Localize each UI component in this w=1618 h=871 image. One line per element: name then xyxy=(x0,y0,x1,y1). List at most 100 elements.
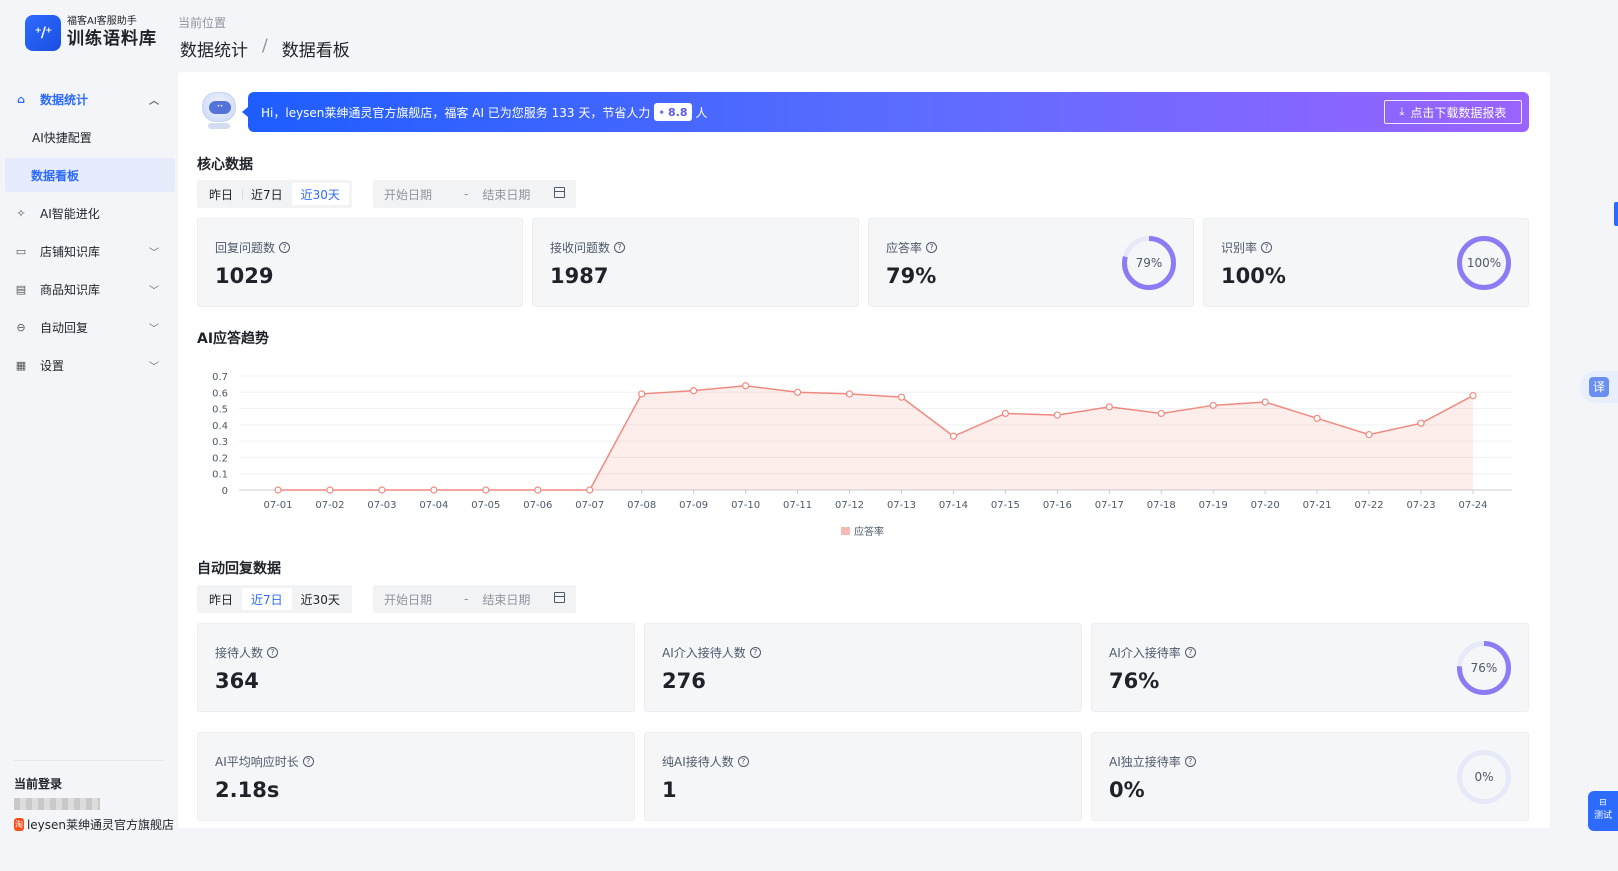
data-point xyxy=(274,486,282,494)
tab-last-7-days[interactable]: 近7日 xyxy=(242,588,292,610)
core-period-tabs: 昨日 近7日 近30天 xyxy=(197,180,352,208)
book-icon: ▭ xyxy=(15,244,27,258)
sidebar-item-label: 数据统计 xyxy=(40,92,89,107)
sidebar-item-product-knowledge[interactable]: ▤ 商品知识库 ﹀ xyxy=(0,270,181,308)
side-drawer-handle[interactable] xyxy=(1614,202,1618,226)
chevron-down-icon: ﹀ xyxy=(149,248,159,259)
chat-icon: ⊟ xyxy=(1599,798,1607,808)
data-point xyxy=(1469,391,1477,400)
sidebar-nav: ⌂ 数据统计 ︿ AI快捷配置 数据看板 ✧ AI智能进化 ▭ 店铺知识库 ﹀ … xyxy=(0,80,181,384)
stat-value: 76% xyxy=(1109,669,1160,693)
help-icon[interactable]: ? xyxy=(1184,647,1196,658)
logo-title: 训练语料库 xyxy=(67,29,157,49)
location-label: 当前位置 xyxy=(178,16,227,30)
help-icon[interactable]: ? xyxy=(749,647,761,658)
tab-last-7-days[interactable]: 近7日 xyxy=(242,183,292,205)
home-icon: ⌂ xyxy=(17,92,25,106)
sidebar-sub-ai-quick-config[interactable]: AI快捷配置 xyxy=(0,118,181,156)
data-point xyxy=(1313,414,1321,422)
help-icon[interactable]: ? xyxy=(267,647,279,658)
taobao-icon: 淘 xyxy=(14,818,24,831)
help-icon[interactable]: ? xyxy=(279,242,291,253)
start-date-input[interactable]: 开始日期 xyxy=(384,591,432,608)
stat-label: 识别率 xyxy=(1221,241,1258,255)
test-button[interactable]: ⊟ 测试 xyxy=(1588,791,1618,831)
help-icon[interactable]: ? xyxy=(302,756,314,767)
stat-label: 应答率 xyxy=(886,241,923,255)
sidebar-sub-dashboard[interactable]: 数据看板 xyxy=(5,158,175,192)
end-date-input[interactable]: 结束日期 xyxy=(482,591,530,608)
translate-button[interactable]: 译 xyxy=(1580,371,1618,403)
calendar-icon[interactable] xyxy=(554,592,565,603)
sidebar-sub-label: 数据看板 xyxy=(31,168,80,183)
tab-last-30-days[interactable]: 近30天 xyxy=(292,588,349,610)
stat-value: 1987 xyxy=(550,264,609,288)
chevron-down-icon: ﹀ xyxy=(149,362,159,373)
download-icon: ⤓ xyxy=(1399,105,1405,118)
banner-text: Hi，leysen莱绅通灵官方旗舰店，福客 AI 已为您服务 133 天，节省人… xyxy=(261,105,651,120)
sidebar-item-auto-reply[interactable]: ⊖ 自动回复 ﹀ xyxy=(0,308,181,346)
store-name: leysen莱绅通灵官方旗舰店 xyxy=(26,818,174,832)
trend-title: AI应答趋势 xyxy=(197,331,270,347)
help-icon[interactable]: ? xyxy=(1261,242,1273,253)
tab-yesterday[interactable]: 昨日 xyxy=(200,588,242,610)
help-icon[interactable]: ? xyxy=(1184,756,1196,767)
download-report-button[interactable]: ⤓ 点击下载数据报表 xyxy=(1384,100,1522,124)
stat-card-avg-response: AI平均响应时长? 2.18s xyxy=(197,732,635,821)
divider xyxy=(14,760,164,761)
x-tick-label: 07-24 xyxy=(1458,500,1487,511)
stat-value: 1 xyxy=(662,778,677,802)
data-point xyxy=(638,390,646,398)
tab-last-30-days[interactable]: 近30天 xyxy=(291,183,349,205)
main-panel: ᐩᐩ Hi，leysen莱绅通灵官方旗舰店，福客 AI 已为您服务 133 天，… xyxy=(178,72,1550,828)
data-point xyxy=(1365,431,1373,439)
core-date-range-picker[interactable]: 开始日期 - 结束日期 xyxy=(373,180,576,208)
x-tick-label: 07-21 xyxy=(1303,500,1332,511)
breadcrumb: 数据统计 / 数据看板 xyxy=(180,36,350,61)
x-tick-label: 07-11 xyxy=(783,500,812,511)
translate-icon: 译 xyxy=(1589,377,1609,397)
auto-reply-period-tabs: 昨日 近7日 近30天 xyxy=(197,585,352,613)
end-date-input[interactable]: 结束日期 xyxy=(482,186,530,203)
stat-card-answer-rate: 应答率? 79% 79% xyxy=(868,218,1194,307)
help-icon[interactable]: ? xyxy=(614,242,626,253)
stat-card-ai-involved: AI介入接待人数? 276 xyxy=(644,623,1082,712)
ai-involved-rate-ring: 76% xyxy=(1456,640,1512,696)
x-tick-label: 07-20 xyxy=(1251,500,1280,511)
sidebar-item-ai-evolution[interactable]: ✧ AI智能进化 xyxy=(0,194,181,232)
breadcrumb-item[interactable]: 数据统计 xyxy=(180,36,248,61)
sidebar-item-store-knowledge[interactable]: ▭ 店铺知识库 ﹀ xyxy=(0,232,181,270)
stat-value: 79% xyxy=(886,264,937,288)
sidebar-item-label: AI智能进化 xyxy=(40,206,100,221)
chevron-down-icon: ﹀ xyxy=(149,286,159,297)
stat-value: 2.18s xyxy=(215,778,280,802)
y-tick-label: 0.5 xyxy=(212,405,228,416)
y-tick-label: 0.6 xyxy=(212,388,228,399)
data-point xyxy=(1209,401,1217,409)
data-point xyxy=(534,486,542,494)
stat-card-ai-involved-rate: AI介入接待率? 76% 76% xyxy=(1091,623,1529,712)
y-tick-label: 0.1 xyxy=(212,470,228,481)
help-icon[interactable]: ? xyxy=(737,756,749,767)
sparkle-icon: ✧ xyxy=(16,206,26,220)
sidebar-item-settings[interactable]: ▦ 设置 ﹀ xyxy=(0,346,181,384)
range-separator: - xyxy=(464,592,469,606)
stat-value: 276 xyxy=(662,669,706,693)
help-icon[interactable]: ? xyxy=(926,242,938,253)
data-point xyxy=(378,486,386,494)
data-point xyxy=(482,486,490,494)
sparkle-icon: ✦ xyxy=(658,107,666,117)
sidebar-item-label: 商品知识库 xyxy=(40,282,101,297)
auto-reply-date-range-picker[interactable]: 开始日期 - 结束日期 xyxy=(373,585,576,613)
app-logo[interactable]: ⁺/⁺ 福客AI客服助手 训练语料库 xyxy=(25,15,157,51)
start-date-input[interactable]: 开始日期 xyxy=(384,186,432,203)
y-tick-label: 0.7 xyxy=(212,372,228,383)
tab-yesterday[interactable]: 昨日 xyxy=(200,183,242,205)
x-tick-label: 07-01 xyxy=(263,500,292,511)
ai-answer-trend-chart: 0 0.1 0.2 0.3 0.4 0.5 0.6 0.7 07-01 07-02 07-03 07-… xyxy=(212,372,1512,538)
store-info[interactable]: 淘 leysen莱绅通灵官方旗舰店 xyxy=(14,816,174,833)
calendar-icon[interactable] xyxy=(554,187,565,198)
x-tick-label: 07-05 xyxy=(471,500,500,511)
sidebar-item-data-stats[interactable]: ⌂ 数据统计 ︿ xyxy=(0,80,181,118)
sidebar-item-label: 自动回复 xyxy=(40,320,89,335)
